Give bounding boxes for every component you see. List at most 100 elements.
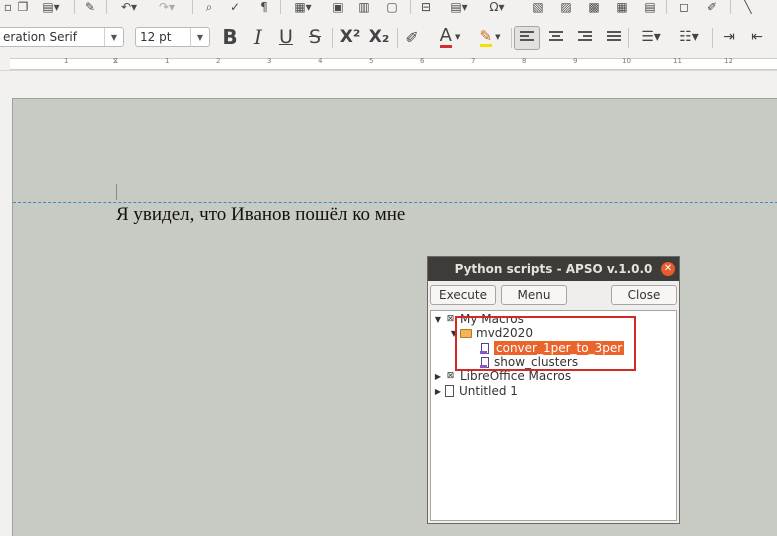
ruler-number: 1 [64,57,69,65]
insert-image-icon[interactable]: ▣ [330,0,346,14]
track-changes-icon[interactable]: ✐ [704,0,720,14]
clear-formatting-icon[interactable]: ✐ [401,26,423,48]
macro-tree[interactable]: ▼ ⊠ My Macros ▼ mvd2020 conver_1per_to_3… [430,310,677,521]
close-button[interactable]: Close [611,285,677,305]
redo-icon[interactable]: ↷▾ [154,0,180,14]
ruler-number: 7 [471,57,476,65]
align-center-icon[interactable] [549,31,563,45]
hyperlink-icon[interactable]: ▧ [530,0,546,14]
ruler-number: 2 [216,57,221,65]
highlight-color-button[interactable]: ✎ ▼ [472,26,508,48]
menu-button[interactable]: Menu [501,285,567,305]
expanded-triangle-icon[interactable]: ▼ [449,329,459,338]
bullet-list-icon[interactable]: ☰▾ [634,26,668,48]
paste-special-icon[interactable]: ▤▾ [38,0,64,14]
font-color-button[interactable]: A ▼ [432,26,468,48]
chevron-down-icon[interactable]: ▼ [104,28,123,46]
underline-button[interactable]: U [275,26,297,48]
paste-icon[interactable]: ▫ [2,0,14,14]
strikethrough-button[interactable]: S [304,26,326,48]
font-size-combobox[interactable]: 12 pt ▼ [135,27,210,47]
tree-node-label: Untitled 1 [459,384,518,398]
tree-node-my-macros[interactable]: ▼ ⊠ My Macros [433,312,524,326]
ruler-number: 6 [420,57,425,65]
ruler-number: 1 [165,57,170,65]
insert-field-icon[interactable]: ▤▾ [446,0,472,14]
tree-node-libreoffice-macros[interactable]: ▶ ⊠ LibreOffice Macros [433,369,571,383]
tree-node-untitled[interactable]: ▶ Untitled 1 [433,384,518,398]
undo-icon[interactable]: ↶▾ [116,0,142,14]
ruler-number: 3 [267,57,272,65]
close-icon[interactable]: ✕ [661,262,675,276]
python-file-icon [480,356,489,368]
tree-node-script[interactable]: show_clusters [479,355,578,369]
page-break-icon[interactable]: ⊟ [418,0,434,14]
numbered-list-icon[interactable]: ☷▾ [672,26,706,48]
tree-node-label: LibreOffice Macros [460,369,572,383]
superscript-button[interactable]: X² [337,26,363,48]
horizontal-ruler[interactable]: 1 ⧖ 1 2 3 4 5 6 7 8 9 10 11 12 [0,56,777,71]
tree-node-folder[interactable]: ▼ mvd2020 [449,326,533,340]
document-icon [445,385,454,397]
justify-icon[interactable] [607,31,621,45]
ruler-number: 9 [573,57,578,65]
align-left-icon [520,31,534,45]
bookmark-icon[interactable]: ▩ [586,0,602,14]
ruler-track [10,58,777,70]
ruler-number: 8 [522,57,527,65]
formatting-toolbar: eration Serif ▼ 12 pt ▼ B I U S X² X₂ ✐ … [0,18,777,57]
cross-reference-icon[interactable]: ▦ [614,0,630,14]
chevron-down-icon[interactable]: ▼ [190,28,209,46]
tree-node-label: show_clusters [494,355,579,369]
insert-chart-icon[interactable]: ▥ [356,0,372,14]
highlighter-icon: ✎ [479,26,493,47]
italic-button[interactable]: I [248,25,268,49]
spelling-icon[interactable]: ✓ [226,0,244,14]
increase-indent-icon[interactable]: ⇥ [718,26,740,48]
line-icon[interactable]: ╲ [740,0,756,14]
special-character-icon[interactable]: Ω▾ [482,0,512,14]
chevron-down-icon: ▼ [454,33,461,41]
formatting-marks-icon[interactable]: ¶ [258,0,270,14]
font-name-combobox[interactable]: eration Serif ▼ [0,27,124,47]
macro-library-icon: ⊠ [446,314,455,324]
indent-marker-icon[interactable]: ⧖ [113,57,118,66]
macro-library-icon: ⊠ [446,371,455,381]
insert-table-icon[interactable]: ▦▾ [290,0,316,14]
decrease-indent-icon[interactable]: ⇤ [746,26,768,48]
ruler-number: 11 [673,57,682,65]
ruler-number: 5 [369,57,374,65]
ruler-number: 4 [318,57,323,65]
standard-toolbar: ▫ ❐ ▤▾ ✎ ↶▾ ↷▾ ⌕ ✓ ¶ ▦▾ ▣ ▥ ▢ ⊟ ▤▾ Ω▾ ▧ … [0,0,777,18]
text-boundary-mark [116,184,117,200]
dialog-titlebar[interactable]: Python scripts - APSO v.1.0.0 ✕ [428,257,679,281]
footnote-icon[interactable]: ▨ [558,0,574,14]
header-boundary [13,202,777,203]
copy-icon[interactable]: ❐ [16,0,30,14]
tree-node-label: My Macros [460,312,524,326]
header-footer-icon[interactable]: ▤ [642,0,658,14]
apso-dialog: Python scripts - APSO v.1.0.0 ✕ Execute … [427,256,680,524]
ruler-number: 10 [622,57,631,65]
collapsed-triangle-icon[interactable]: ▶ [433,372,443,381]
chevron-down-icon: ▼ [495,33,501,41]
document-paragraph[interactable]: Я увидел, что Иванов пошёл ко мне [116,204,405,226]
execute-button[interactable]: Execute [430,285,496,305]
font-color-icon: A [439,24,452,48]
font-size-value: 12 pt [140,30,172,44]
tree-node-label: mvd2020 [476,326,533,340]
python-file-icon [480,342,489,354]
dialog-title: Python scripts - APSO v.1.0.0 [454,262,653,276]
comment-icon[interactable]: ◻ [676,0,692,14]
subscript-button[interactable]: X₂ [366,26,392,48]
bold-button[interactable]: B [219,25,241,49]
clone-formatting-icon[interactable]: ✎ [82,0,98,14]
collapsed-triangle-icon[interactable]: ▶ [433,387,443,396]
align-right-icon[interactable] [578,31,592,45]
expanded-triangle-icon[interactable]: ▼ [433,315,443,324]
font-name-value: eration Serif [3,30,77,44]
ruler-number: 12 [724,57,733,65]
insert-textbox-icon[interactable]: ▢ [384,0,400,14]
tree-node-script-selected[interactable]: conver_1per_to_3per [479,341,625,355]
find-replace-icon[interactable]: ⌕ [200,0,218,14]
